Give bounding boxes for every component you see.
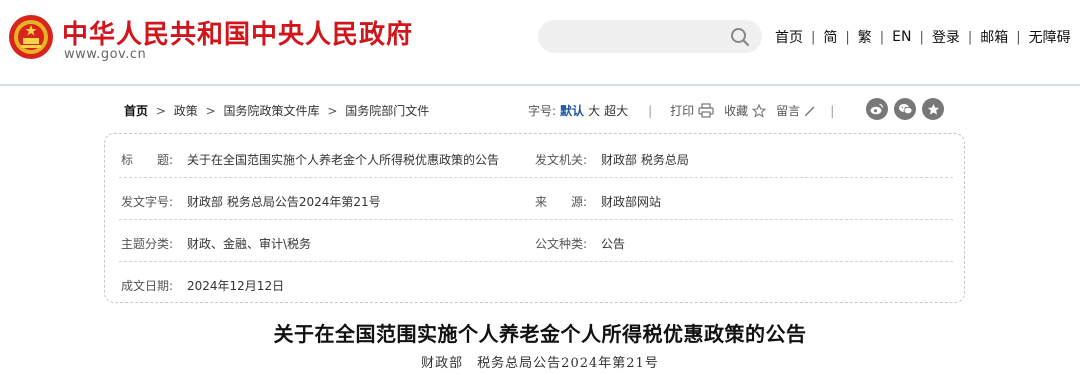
tools-divider: |	[830, 103, 835, 118]
header-divider	[0, 84, 1080, 86]
site-url[interactable]: www.gov.cn	[64, 47, 146, 62]
article-doc-number: 财政部 税务总局公告2024年第21号	[421, 356, 659, 371]
nav-english[interactable]: EN	[892, 29, 911, 45]
share-buttons	[866, 98, 944, 120]
info-key-category: 主题分类:	[121, 237, 174, 251]
nav-divider: |	[845, 29, 850, 45]
print-icon	[698, 103, 714, 118]
info-key-doc-number: 发文字号:	[121, 195, 174, 209]
info-row: 成文日期: 2024年12月12日	[119, 262, 953, 304]
pencil-icon	[805, 106, 815, 116]
weibo-icon[interactable]	[866, 98, 888, 120]
breadcrumb-separator: >	[205, 104, 216, 118]
site-header: 中华人民共和国中央人民政府 www.gov.cn 首页 | 简 | 繁 | EN…	[0, 0, 1080, 84]
info-row: 标 题: 关于在全国范围实施个人养老金个人所得税优惠政策的公告 发文机关: 财政…	[119, 136, 953, 178]
print-label: 打印	[670, 104, 695, 118]
article-title: 关于在全国范围实施个人养老金个人所得税优惠政策的公告	[273, 322, 807, 346]
nav-divider: |	[1016, 29, 1021, 45]
star-outline-icon	[752, 103, 767, 118]
favorite-button[interactable]: 收藏	[724, 102, 767, 119]
favorite-label: 收藏	[724, 104, 749, 118]
nav-divider: |	[811, 29, 816, 45]
info-value-issuer: 财政部 税务总局	[601, 153, 689, 167]
info-value-doc-type: 公告	[601, 237, 626, 251]
site-title[interactable]: 中华人民共和国中央人民政府	[62, 14, 413, 51]
font-size-label: 字号:	[528, 104, 557, 118]
info-value-title: 关于在全国范围实施个人养老金个人所得税优惠政策的公告	[187, 153, 500, 167]
breadcrumb-bar: 首页 > 政策 > 国务院政策文件库 > 国务院部门文件 字号: 默认 大 超大…	[124, 98, 954, 120]
breadcrumb-department-docs[interactable]: 国务院部门文件	[345, 104, 429, 118]
comment-label: 留言	[776, 104, 801, 118]
info-value-doc-number: 财政部 税务总局公告2024年第21号	[187, 195, 381, 209]
nav-home[interactable]: 首页	[775, 27, 803, 47]
font-size-xlarge[interactable]: 超大	[604, 102, 628, 119]
breadcrumb-home[interactable]: 首页	[124, 104, 148, 118]
nav-divider: |	[919, 29, 924, 45]
nav-accessibility[interactable]: 无障碍	[1029, 27, 1071, 47]
page-tools: 字号: 默认 大 超大 | 打印 收藏 留言 |	[528, 102, 834, 119]
breadcrumb-separator: >	[155, 104, 166, 118]
nav-divider: |	[967, 29, 973, 45]
font-size-default[interactable]: 默认	[560, 102, 584, 119]
tools-divider: |	[648, 103, 653, 118]
breadcrumb: 首页 > 政策 > 国务院政策文件库 > 国务院部门文件	[124, 102, 429, 119]
wechat-icon[interactable]	[894, 98, 916, 120]
comment-button[interactable]: 留言	[776, 102, 816, 119]
breadcrumb-policy[interactable]: 政策	[174, 104, 198, 118]
breadcrumb-separator: >	[327, 104, 338, 118]
info-key-issuer: 发文机关:	[535, 153, 588, 167]
nav-traditional[interactable]: 繁	[858, 27, 872, 47]
document-info-box: 标 题: 关于在全国范围实施个人养老金个人所得税优惠政策的公告 发文机关: 财政…	[104, 133, 965, 303]
search-input[interactable]	[538, 20, 762, 53]
info-key-date: 成文日期:	[121, 279, 174, 293]
info-key-doc-type: 公文种类:	[535, 237, 588, 251]
info-row: 主题分类: 财政、金融、审计\税务 公文种类: 公告	[119, 220, 953, 262]
national-emblem-icon[interactable]	[8, 14, 54, 60]
nav-simplified[interactable]: 简	[823, 27, 837, 47]
search-icon[interactable]	[730, 27, 750, 47]
star-icon[interactable]	[922, 98, 944, 120]
breadcrumb-policy-library[interactable]: 国务院政策文件库	[223, 104, 319, 118]
info-value-source: 财政部网站	[601, 195, 662, 209]
nav-login[interactable]: 登录	[932, 27, 960, 47]
info-key-source: 来 源:	[535, 195, 588, 209]
top-nav: 首页 | 简 | 繁 | EN | 登录 | 邮箱 | 无障碍	[775, 27, 1071, 47]
info-value-category: 财政、金融、审计\税务	[187, 237, 312, 251]
nav-mail[interactable]: 邮箱	[980, 27, 1008, 47]
nav-divider: |	[879, 29, 885, 45]
info-value-date: 2024年12月12日	[187, 279, 285, 293]
font-size-large[interactable]: 大	[588, 102, 600, 119]
info-row: 发文字号: 财政部 税务总局公告2024年第21号 来 源: 财政部网站	[119, 178, 953, 220]
print-button[interactable]: 打印	[670, 102, 714, 119]
info-key-title: 标 题:	[121, 153, 174, 167]
